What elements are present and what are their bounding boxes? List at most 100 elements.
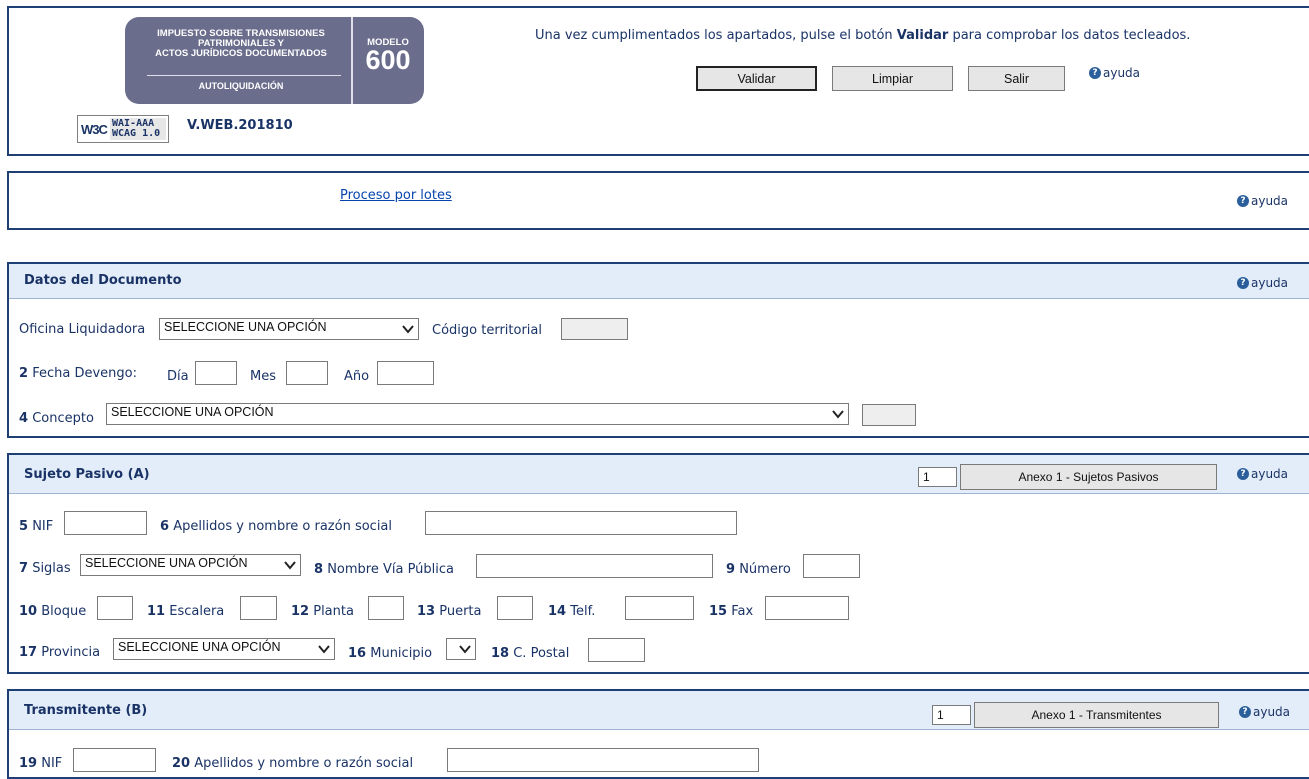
chevron-down-icon	[402, 325, 414, 334]
siglas-select[interactable]: SELECCIONE UNA OPCIÓN	[80, 554, 301, 576]
siglas-select-value: SELECCIONE UNA OPCIÓN	[85, 556, 248, 570]
fax-label: 15 Fax	[709, 604, 753, 619]
instructions-pre: Una vez cumplimentados los apartados, pu…	[535, 28, 897, 43]
logo-line-4: AUTOLIQUIDACIÓN	[198, 81, 284, 91]
fecha-devengo-label: 2 Fecha Devengo:	[19, 366, 137, 381]
field-num: 9	[726, 562, 736, 577]
razon-social-input[interactable]	[425, 511, 737, 535]
chevron-down-icon	[459, 645, 471, 654]
provincia-label: 17 Provincia	[19, 645, 100, 660]
sujetos-count-input[interactable]: 1	[918, 467, 957, 487]
field-text: Municipio	[370, 646, 433, 661]
anexo-sujetos-pasivos-button[interactable]: Anexo 1 - Sujetos Pasivos	[960, 464, 1217, 490]
field-num: 7	[19, 561, 29, 576]
transmitente-razon-social-input[interactable]	[447, 748, 759, 772]
field-num: 16	[348, 646, 367, 661]
nif-label: 5 NIF	[19, 519, 53, 534]
help-label: ayuda	[1103, 66, 1141, 80]
field-text: Escalera	[169, 604, 225, 619]
field-num: 13	[417, 604, 436, 619]
field-text: NIF	[32, 519, 54, 534]
concepto-text: Concepto	[32, 411, 94, 426]
chevron-down-icon	[318, 645, 330, 654]
nif-input[interactable]	[64, 511, 147, 535]
concepto-code-input[interactable]	[862, 404, 916, 426]
field-num: 15	[709, 604, 728, 619]
numero-input[interactable]	[803, 554, 860, 578]
field-text: Provincia	[41, 645, 101, 660]
logo-divider	[147, 75, 341, 76]
help-label: ayuda	[1251, 276, 1289, 290]
field-text: Telf.	[570, 604, 596, 619]
field-text: Apellidos y nombre o razón social	[194, 756, 414, 771]
validar-button[interactable]: Validar	[696, 66, 817, 91]
numero-label: 9 Número	[726, 562, 791, 577]
oficina-select-value: SELECCIONE UNA OPCIÓN	[164, 320, 327, 334]
instructions-bold: Validar	[896, 28, 949, 43]
documento-help-link[interactable]: ? ayuda	[1237, 276, 1288, 290]
field-text: Número	[739, 562, 791, 577]
codigo-postal-input[interactable]	[588, 638, 645, 662]
lotes-help-link[interactable]: ? ayuda	[1237, 194, 1288, 208]
field-num: 11	[147, 604, 166, 619]
provincia-select-value: SELECCIONE UNA OPCIÓN	[118, 640, 281, 654]
municipio-select[interactable]	[446, 638, 476, 660]
transmitentes-count-input[interactable]: 1	[932, 705, 971, 725]
bloque-input[interactable]	[97, 596, 133, 620]
proceso-por-lotes-link[interactable]: Proceso por lotes	[340, 188, 452, 203]
transmitente-title: Transmitente (B)	[24, 703, 148, 718]
field-text: Bloque	[41, 604, 87, 619]
help-icon: ?	[1089, 67, 1101, 79]
anio-input[interactable]	[377, 361, 434, 385]
help-icon: ?	[1237, 468, 1249, 480]
help-label: ayuda	[1253, 705, 1291, 719]
fecha-num: 2	[19, 366, 29, 381]
limpiar-button[interactable]: Limpiar	[832, 66, 953, 91]
field-num: 17	[19, 645, 38, 660]
bloque-label: 10 Bloque	[19, 604, 86, 619]
anexo-transmitentes-button[interactable]: Anexo 1 - Transmitentes	[974, 702, 1219, 728]
telefono-input[interactable]	[625, 596, 694, 620]
help-label: ayuda	[1251, 194, 1289, 208]
puerta-input[interactable]	[497, 596, 533, 620]
documento-header: Datos del Documento	[9, 264, 1309, 299]
field-text: Nombre Vía Pública	[327, 562, 455, 577]
wcag-text: WCAG 1.0	[112, 128, 161, 139]
instructions-post: para comprobar los datos tecleados.	[948, 28, 1191, 43]
field-num: 18	[491, 646, 510, 661]
concepto-select-value: SELECCIONE UNA OPCIÓN	[111, 405, 274, 419]
codigo-territorial-input[interactable]	[561, 318, 628, 340]
header-help-link[interactable]: ? ayuda	[1089, 66, 1140, 80]
field-text: Puerta	[439, 604, 482, 619]
field-text: NIF	[41, 756, 63, 771]
concepto-num: 4	[19, 411, 29, 426]
field-text: C. Postal	[513, 646, 570, 661]
sujeto-help-link[interactable]: ? ayuda	[1237, 467, 1288, 481]
provincia-select[interactable]: SELECCIONE UNA OPCIÓN	[113, 638, 335, 660]
nombre-via-input[interactable]	[476, 554, 713, 578]
salir-button[interactable]: Salir	[968, 66, 1065, 91]
field-text: Apellidos y nombre o razón social	[173, 519, 393, 534]
field-num: 19	[19, 756, 38, 771]
field-num: 12	[291, 604, 310, 619]
concepto-select[interactable]: SELECCIONE UNA OPCIÓN	[106, 403, 849, 425]
help-icon: ?	[1237, 195, 1249, 207]
puerta-label: 13 Puerta	[417, 604, 482, 619]
field-num: 6	[160, 519, 170, 534]
oficina-select[interactable]: SELECCIONE UNA OPCIÓN	[159, 318, 419, 340]
codigo-postal-label: 18 C. Postal	[491, 646, 569, 661]
fax-input[interactable]	[765, 596, 849, 620]
mes-label: Mes	[250, 369, 276, 384]
codigo-territorial-label: Código territorial	[432, 323, 542, 338]
chevron-down-icon	[284, 561, 296, 570]
dia-input[interactable]	[195, 361, 237, 385]
municipio-label: 16 Municipio	[348, 646, 432, 661]
escalera-input[interactable]	[240, 596, 277, 620]
field-num: 20	[172, 756, 191, 771]
transmitente-help-link[interactable]: ? ayuda	[1239, 705, 1290, 719]
planta-input[interactable]	[368, 596, 404, 620]
transmitente-nif-input[interactable]	[73, 748, 156, 772]
logo-modelo-number: 600	[365, 45, 411, 75]
help-label: ayuda	[1251, 467, 1289, 481]
mes-input[interactable]	[286, 361, 328, 385]
